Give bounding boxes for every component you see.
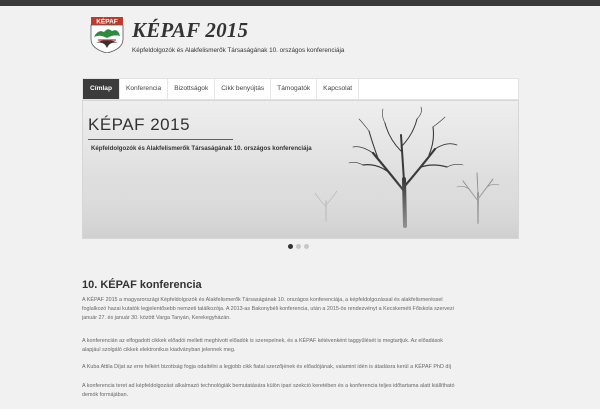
content-heading: 10. KÉPAF konferencia bbox=[82, 279, 202, 291]
content-paragraph-2: A konferencián az elfogadott cikkek előa… bbox=[82, 337, 519, 355]
site-subtitle: Képfeldolgozók és Alakfelismerők Társasá… bbox=[132, 47, 345, 54]
paragraph-line: A konferencián az elfogadott cikkek előa… bbox=[82, 338, 443, 344]
paragraph-line: demók formájában. bbox=[82, 392, 129, 398]
paragraph-line: A Kuba Attila Díjat az erre felkért bizo… bbox=[82, 364, 452, 370]
paragraph-line: A KÉPAF 2015 a magyarországi Képfeldolgo… bbox=[82, 297, 443, 303]
main-nav: Címlap Konferencia Bizottságok Cikk beny… bbox=[82, 78, 519, 100]
top-bar bbox=[0, 0, 600, 6]
nav-item-cikk-benyujtas[interactable]: Cikk benyújtás bbox=[215, 79, 272, 99]
nav-item-konferencia[interactable]: Konferencia bbox=[120, 79, 169, 99]
slider-pagination bbox=[288, 244, 309, 249]
logo-text: KÉPAF bbox=[96, 17, 118, 25]
slider-dot-2[interactable] bbox=[296, 244, 301, 249]
site-title[interactable]: KÉPAF 2015 bbox=[132, 18, 248, 43]
hero-slider[interactable]: KÉPAF 2015 Képfeldolgozók és Alakfelisme… bbox=[82, 100, 519, 239]
paragraph-line: foglalkozó hazai kutatók legjelentősebb … bbox=[82, 306, 454, 312]
nav-item-cimlap[interactable]: Címlap bbox=[83, 79, 120, 99]
nav-item-bizottsagok[interactable]: Bizottságok bbox=[168, 79, 216, 99]
slide-title-rule bbox=[88, 139, 233, 140]
kepaf-logo-emblem[interactable]: KÉPAF bbox=[90, 16, 124, 54]
content-paragraph-4: A konferencia teret ad képfeldolgozást a… bbox=[82, 382, 519, 400]
nav-item-tamogatok[interactable]: Támogatók bbox=[271, 79, 318, 99]
nav-item-kapcsolat[interactable]: Kapcsolat bbox=[317, 79, 360, 99]
slider-dot-3[interactable] bbox=[304, 244, 309, 249]
paragraph-line: alapjául szolgáló cikkek elektronikus ki… bbox=[82, 347, 236, 353]
slider-dot-1[interactable] bbox=[288, 244, 293, 249]
slide-subtitle: Képfeldolgozók és Alakfelismerők Társasá… bbox=[91, 145, 312, 152]
content-paragraph-3: A Kuba Attila Díjat az erre felkért bizo… bbox=[82, 363, 519, 372]
slide-title: KÉPAF 2015 bbox=[88, 115, 191, 134]
content-paragraph-1: A KÉPAF 2015 a magyarországi Képfeldolgo… bbox=[82, 296, 519, 323]
paragraph-line: A konferencia teret ad képfeldolgozást a… bbox=[82, 383, 455, 389]
paragraph-line: január 27. és január 30. között Varga Ta… bbox=[82, 315, 231, 321]
